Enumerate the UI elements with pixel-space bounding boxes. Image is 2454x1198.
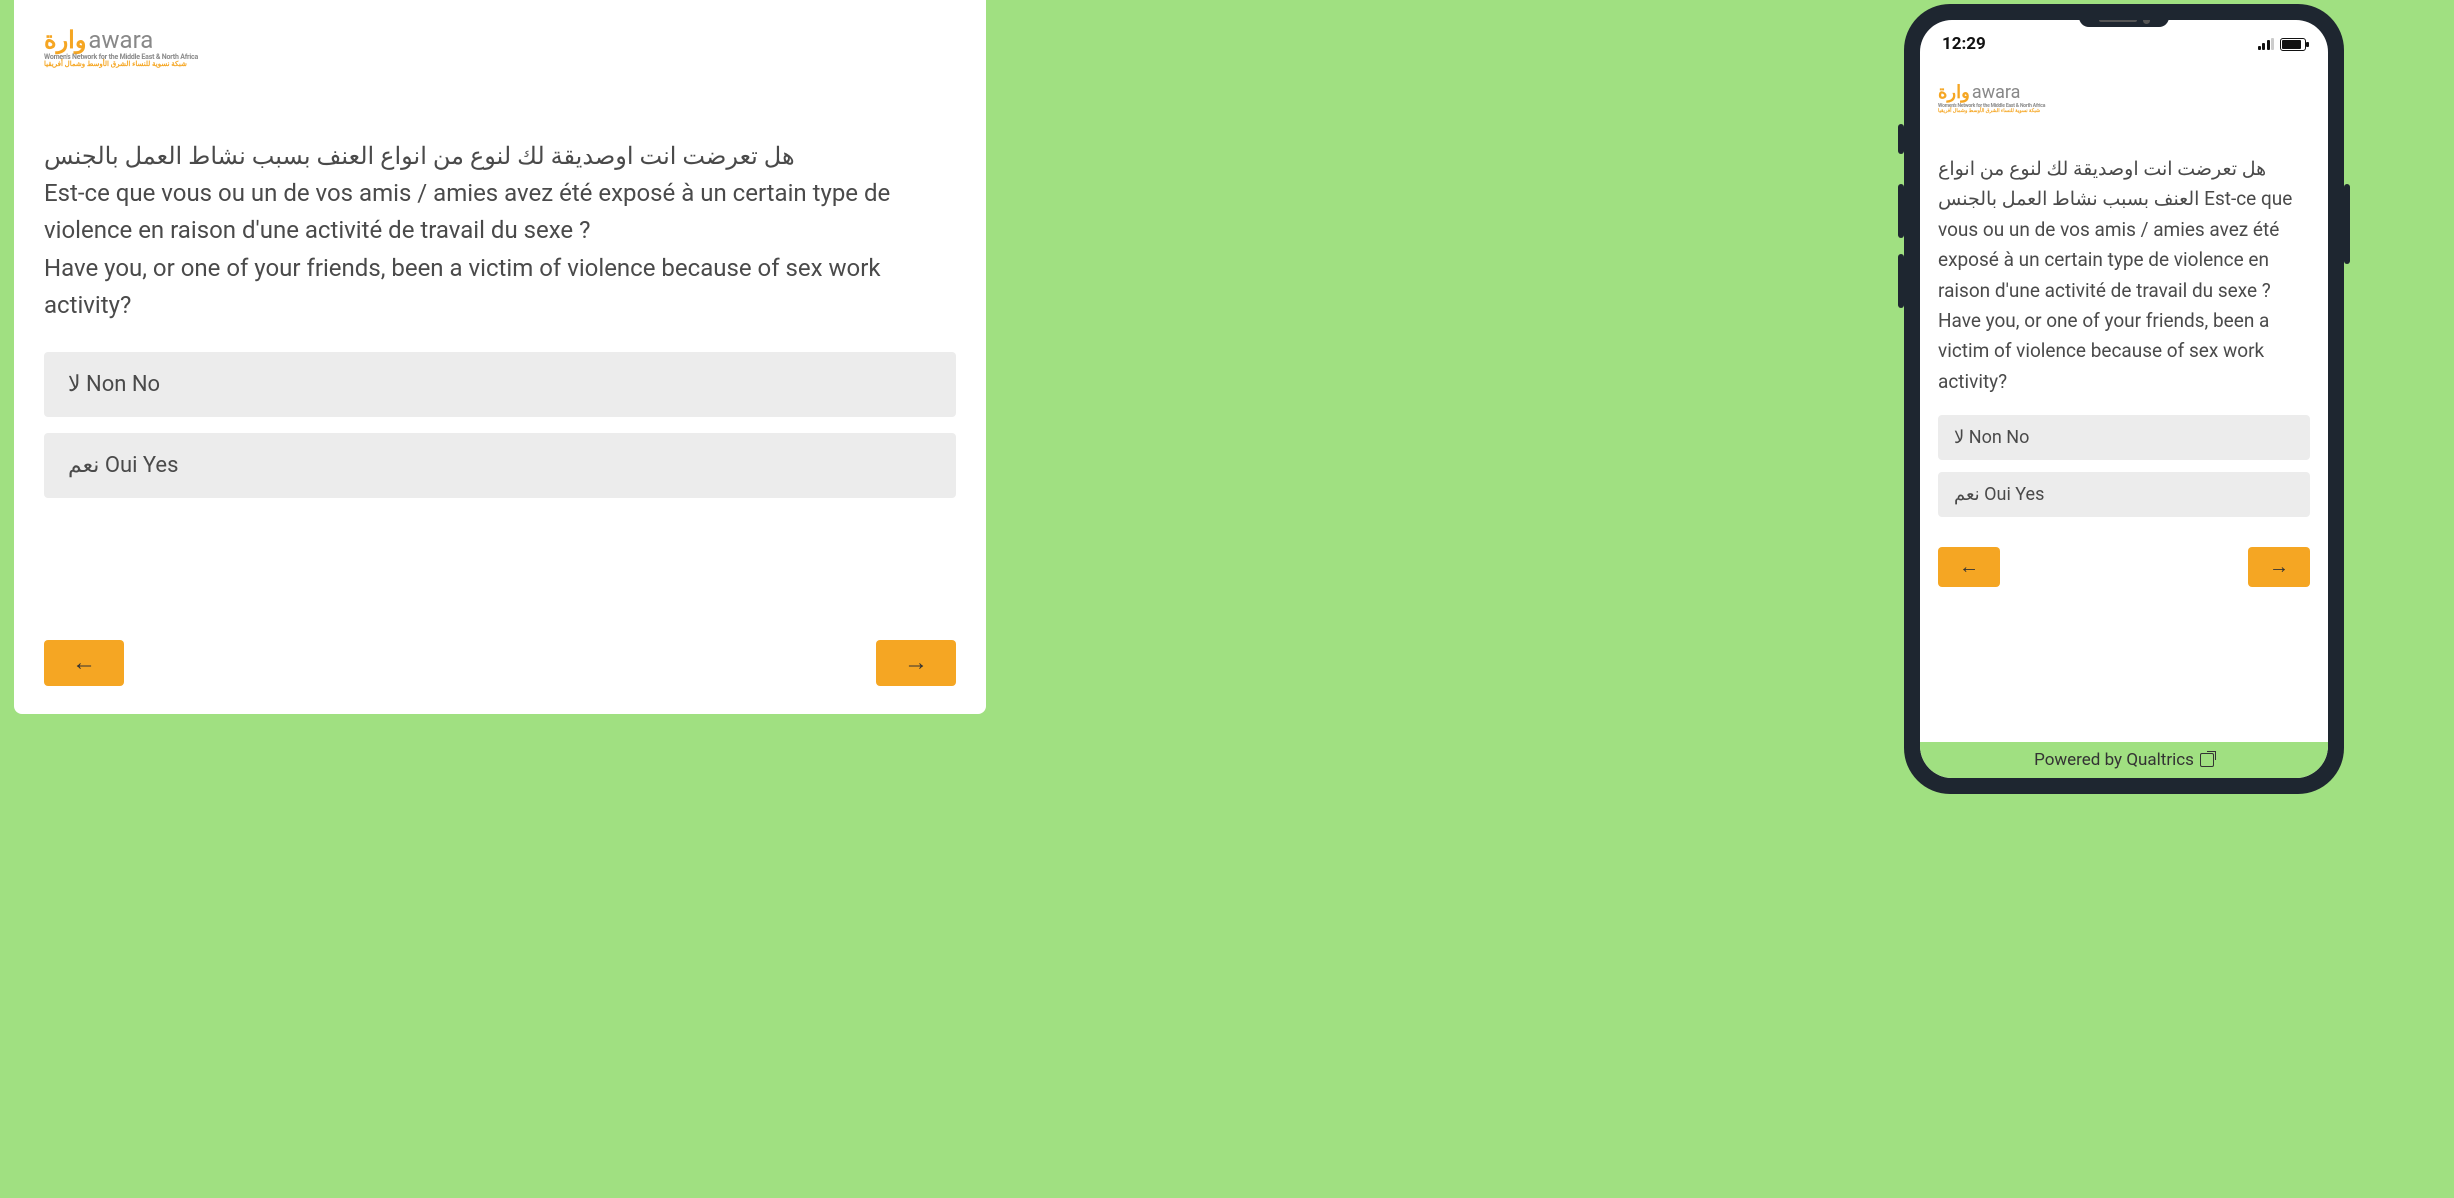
desktop-survey-panel: وارةawara Women's Network for the Middle… bbox=[14, 0, 986, 714]
status-right bbox=[2258, 38, 2307, 51]
nav-row: ← → bbox=[44, 640, 956, 686]
logo: وارةawara Women's Network for the Middle… bbox=[1938, 84, 2310, 114]
phone-volume-down bbox=[1898, 254, 1904, 308]
question-english: Have you, or one of your friends, been a… bbox=[44, 250, 956, 324]
nav-row: ← → bbox=[1938, 547, 2310, 587]
powered-by-footer[interactable]: Powered by Qualtrics bbox=[1920, 742, 2328, 778]
battery-icon bbox=[2280, 38, 2306, 51]
external-link-icon bbox=[2200, 753, 2214, 767]
option-yes[interactable]: نعم Oui Yes bbox=[1938, 472, 2310, 517]
logo-arabic: وارة bbox=[1938, 82, 1970, 103]
arrow-right-icon: → bbox=[904, 649, 928, 677]
arrow-right-icon: → bbox=[2269, 556, 2289, 579]
signal-icon bbox=[2258, 38, 2275, 50]
question-text: هل تعرضت انت اوصديقة لك لنوع من انواع ال… bbox=[1938, 154, 2310, 397]
mobile-device-frame: 12:29 وارةawara Women's Network for the … bbox=[1904, 4, 2344, 794]
logo-tagline-ar: شبكة نسوية للنساء الشرق الأوسط وشمال أفر… bbox=[1938, 109, 2040, 114]
question-english: Have you, or one of your friends, been a… bbox=[1938, 309, 2269, 393]
arrow-left-icon: ← bbox=[72, 649, 96, 677]
phone-volume-up bbox=[1898, 184, 1904, 238]
logo-tagline-ar: شبكة نسوية للنساء الشرق الأوسط وشمال أفر… bbox=[44, 61, 187, 68]
option-no[interactable]: لا Non No bbox=[1938, 415, 2310, 460]
status-time: 12:29 bbox=[1942, 34, 1986, 54]
logo-arabic: وارة bbox=[44, 26, 86, 54]
answer-options: لا Non No نعم Oui Yes bbox=[44, 352, 956, 514]
camera-icon bbox=[2143, 20, 2150, 24]
prev-button[interactable]: ← bbox=[1938, 547, 2000, 587]
question-arabic: هل تعرضت انت اوصديقة لك لنوع من انواع ال… bbox=[44, 138, 956, 175]
phone-power-button bbox=[2344, 184, 2350, 264]
question-text: هل تعرضت انت اوصديقة لك لنوع من انواع ال… bbox=[44, 138, 956, 324]
logo: وارةawara Women's Network for the Middle… bbox=[44, 28, 956, 68]
answer-options: لا Non No نعم Oui Yes bbox=[1938, 415, 2310, 529]
status-bar: 12:29 bbox=[1920, 20, 2328, 68]
phone-volume-button bbox=[1898, 124, 1904, 154]
option-yes[interactable]: نعم Oui Yes bbox=[44, 433, 956, 498]
logo-english: awara bbox=[88, 26, 153, 54]
mobile-screen: 12:29 وارةawara Women's Network for the … bbox=[1920, 20, 2328, 778]
prev-button[interactable]: ← bbox=[44, 640, 124, 686]
arrow-left-icon: ← bbox=[1959, 556, 1979, 579]
powered-label: Powered by Qualtrics bbox=[2034, 750, 2194, 770]
phone-notch bbox=[2079, 20, 2169, 27]
next-button[interactable]: → bbox=[2248, 547, 2310, 587]
option-no[interactable]: لا Non No bbox=[44, 352, 956, 417]
next-button[interactable]: → bbox=[876, 640, 956, 686]
logo-english: awara bbox=[1972, 82, 2021, 103]
speaker-icon bbox=[2099, 20, 2137, 22]
question-french: Est-ce que vous ou un de vos amis / amie… bbox=[44, 175, 956, 249]
mobile-survey-content: وارةawara Women's Network for the Middle… bbox=[1920, 68, 2328, 742]
